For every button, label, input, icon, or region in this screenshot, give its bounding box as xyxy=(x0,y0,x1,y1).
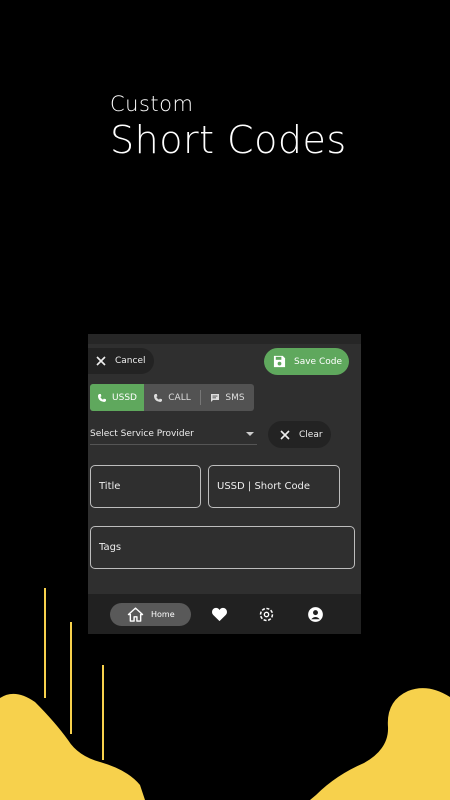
phone-icon xyxy=(98,393,107,402)
cancel-button[interactable]: Cancel xyxy=(88,348,154,374)
heart-icon[interactable] xyxy=(211,606,228,623)
save-code-button[interactable]: Save Code xyxy=(264,348,349,375)
segment-sms-label: SMS xyxy=(225,392,245,403)
clear-label: Clear xyxy=(299,429,323,440)
decor-line xyxy=(44,588,46,698)
title-field[interactable]: Title xyxy=(90,465,201,508)
chevron-down-icon xyxy=(246,431,254,436)
segment-ussd[interactable]: USSD xyxy=(90,384,144,411)
decor-blob-left xyxy=(0,693,145,800)
short-code-placeholder: USSD | Short Code xyxy=(217,481,311,492)
tags-placeholder: Tags xyxy=(99,542,122,553)
headline-title: Short Codes xyxy=(110,118,347,162)
service-provider-label: Select Service Provider xyxy=(90,428,194,439)
close-icon xyxy=(280,429,290,440)
headline-subtitle: Custom xyxy=(110,92,194,116)
home-icon xyxy=(127,607,144,622)
gear-icon[interactable] xyxy=(258,606,275,623)
bottom-navigation: Home xyxy=(88,594,361,634)
segment-call[interactable]: CALL xyxy=(144,384,200,411)
segment-ussd-label: USSD xyxy=(112,392,137,403)
save-label: Save Code xyxy=(294,356,342,367)
message-icon xyxy=(211,393,220,402)
user-icon[interactable] xyxy=(307,606,324,623)
nav-home-label: Home xyxy=(151,610,175,619)
code-type-selector: USSD CALL SMS xyxy=(90,384,254,411)
tags-field[interactable]: Tags xyxy=(90,526,355,569)
title-placeholder: Title xyxy=(99,481,121,492)
service-provider-dropdown[interactable]: Select Service Provider xyxy=(90,423,257,445)
segment-sms[interactable]: SMS xyxy=(201,384,254,411)
status-bar xyxy=(88,334,361,344)
close-icon xyxy=(96,356,106,366)
short-code-field[interactable]: USSD | Short Code xyxy=(208,465,340,508)
segment-call-label: CALL xyxy=(168,392,191,403)
decor-blob-right xyxy=(310,688,450,800)
cancel-label: Cancel xyxy=(115,356,146,366)
clear-button[interactable]: Clear xyxy=(268,421,331,448)
nav-home[interactable]: Home xyxy=(110,603,191,626)
phone-icon xyxy=(154,393,163,402)
headline: Custom Short Codes xyxy=(110,92,347,162)
save-icon xyxy=(273,355,286,368)
